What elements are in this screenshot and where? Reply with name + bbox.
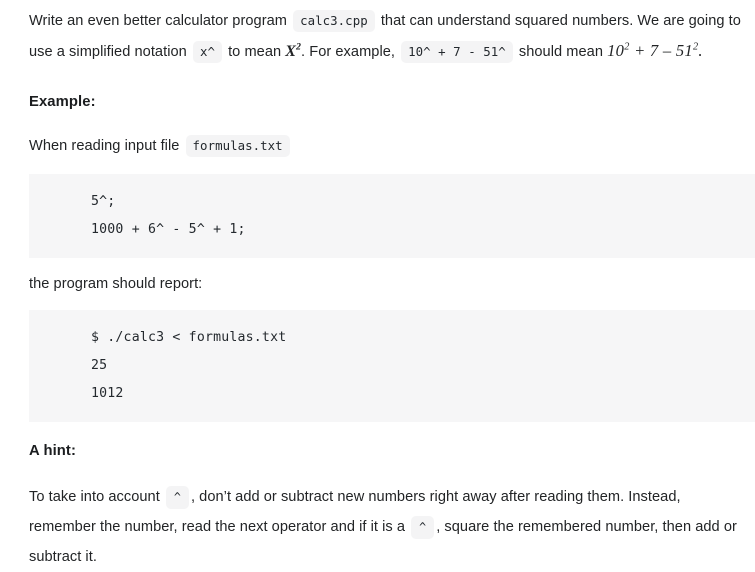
- intro-text-segment-3: to mean: [228, 44, 282, 60]
- math-expression-expanded: 102 + 7 – 512.: [607, 41, 703, 60]
- hint-text-segment-1: To take into account: [29, 489, 160, 505]
- code-line: $ ./calc3 < formulas.txt: [91, 330, 287, 345]
- input-file-text: When reading input file: [29, 138, 180, 154]
- code-line: 25: [91, 358, 108, 373]
- code-line: 5^;: [91, 194, 116, 209]
- inline-code-caret-second: ^: [411, 516, 435, 539]
- intro-text-segment-1: Write an even better calculator program: [29, 13, 288, 29]
- math-term-b-base: 51: [675, 41, 693, 60]
- intro-text-segment-5: should mean: [518, 44, 603, 60]
- math-variable-base: X: [285, 43, 297, 60]
- inline-code-caret-first: ^: [165, 486, 189, 509]
- intro-paragraph: Write an even better calculator program …: [0, 0, 755, 67]
- inline-code-x-caret: x^: [192, 41, 222, 63]
- hint-heading: A hint:: [29, 443, 76, 459]
- inline-code-calc3-cpp: calc3.cpp: [293, 10, 375, 32]
- math-variable-x-squared: X2: [285, 42, 301, 60]
- intro-text-segment-4: . For example,: [301, 44, 396, 60]
- report-paragraph: the program should report:: [29, 276, 203, 292]
- math-expression-period: .: [698, 41, 703, 60]
- output-code-block: $ ./calc3 < formulas.txt 25 1012: [29, 310, 755, 422]
- inline-code-example-expression: 10^ + 7 - 51^: [401, 41, 513, 63]
- math-operator-middle: + 7 –: [629, 41, 676, 60]
- input-code-block: 5^; 1000 + 6^ - 5^ + 1;: [29, 174, 755, 258]
- code-line: 1000 + 6^ - 5^ + 1;: [91, 222, 246, 237]
- hint-paragraph: To take into account ^, don’t add or sub…: [0, 482, 755, 572]
- example-heading: Example:: [29, 94, 96, 110]
- inline-code-formulas-txt: formulas.txt: [185, 135, 290, 157]
- input-file-paragraph: When reading input file formulas.txt: [0, 131, 755, 161]
- code-line: 1012: [91, 386, 124, 401]
- math-term-a-base: 10: [607, 41, 625, 60]
- exercise-content-page: Write an even better calculator program …: [0, 0, 755, 565]
